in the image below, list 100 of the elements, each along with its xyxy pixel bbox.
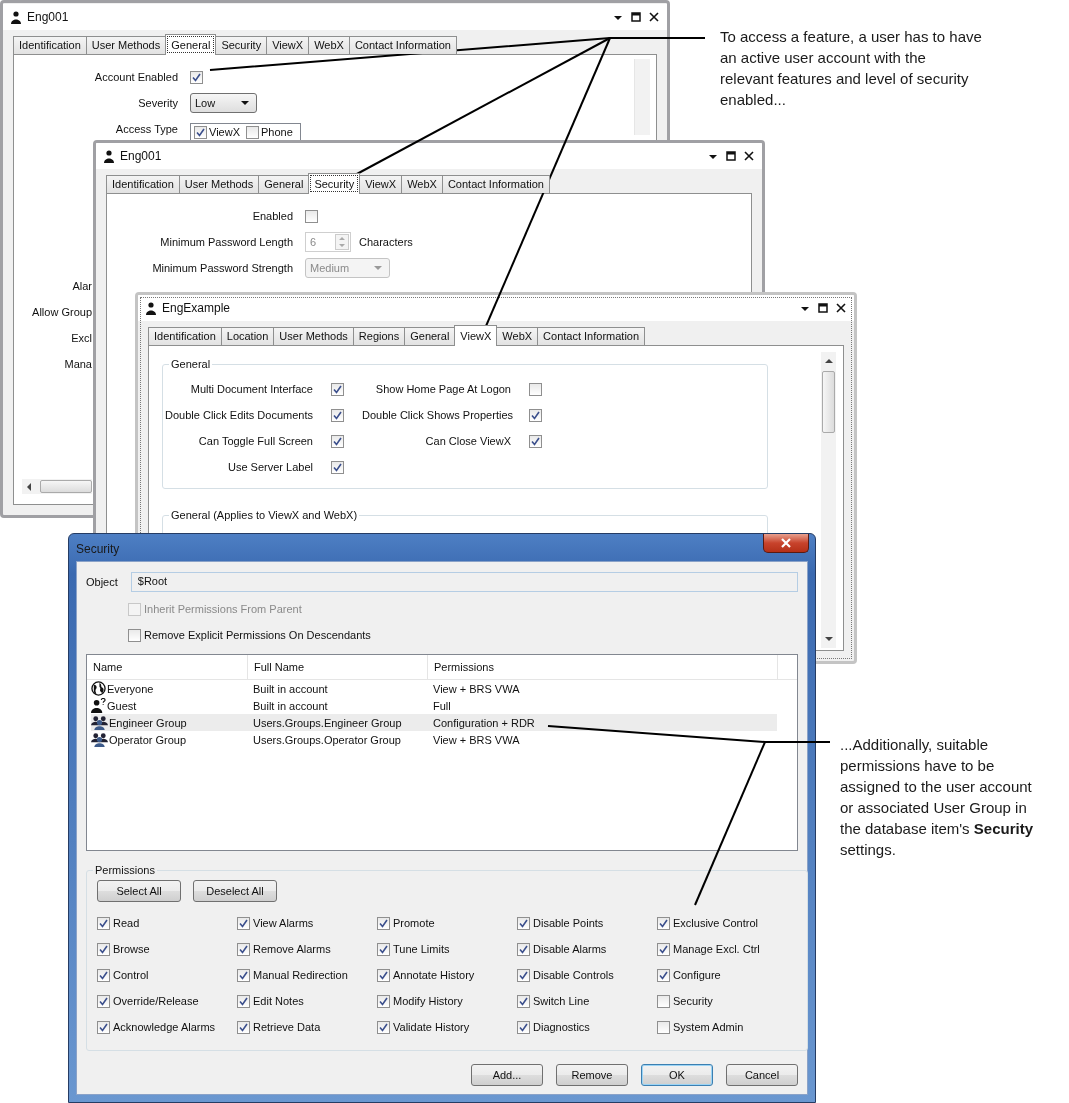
checkbox[interactable] bbox=[97, 916, 110, 930]
checkbox[interactable] bbox=[331, 460, 344, 474]
list-row[interactable]: Guest Built in account Full bbox=[91, 697, 777, 714]
tab[interactable]: ViewX bbox=[266, 36, 310, 54]
button[interactable]: Add... bbox=[471, 1064, 543, 1086]
checkbox[interactable] bbox=[331, 382, 344, 396]
tab[interactable]: Regions bbox=[352, 327, 406, 345]
checkbox[interactable] bbox=[237, 916, 250, 930]
checkbox[interactable] bbox=[97, 968, 110, 982]
field-label: Enabled bbox=[251, 210, 293, 222]
close-icon[interactable] bbox=[836, 303, 846, 313]
checkbox[interactable] bbox=[331, 434, 344, 448]
checkbox[interactable] bbox=[331, 408, 344, 422]
column-header[interactable]: Full Name bbox=[248, 655, 428, 679]
checkbox-label: Configure bbox=[673, 969, 721, 981]
dropdown[interactable]: Low bbox=[190, 93, 257, 113]
checkbox[interactable] bbox=[657, 994, 670, 1008]
checkbox[interactable] bbox=[237, 942, 250, 956]
tab[interactable]: User Methods bbox=[85, 36, 167, 54]
tab[interactable]: Security bbox=[215, 36, 268, 54]
tab[interactable]: Contact Information bbox=[537, 327, 646, 345]
scrollbar[interactable] bbox=[821, 352, 836, 648]
tab[interactable]: WebX bbox=[401, 175, 443, 193]
tab[interactable]: Identification bbox=[106, 175, 180, 193]
tab[interactable]: WebX bbox=[496, 327, 539, 345]
scroll-thumb[interactable] bbox=[40, 480, 92, 493]
checkbox[interactable] bbox=[529, 382, 542, 396]
account-name: Guest bbox=[107, 699, 137, 712]
tab[interactable]: ViewX bbox=[359, 175, 403, 193]
button[interactable]: Deselect All bbox=[193, 880, 277, 902]
tab[interactable]: Identification bbox=[148, 327, 222, 345]
list-row[interactable]: Engineer Group Users.Groups.Engineer Group Configuration + RDR bbox=[91, 714, 777, 731]
scrollbar[interactable] bbox=[634, 59, 650, 135]
scroll-thumb[interactable] bbox=[822, 371, 835, 433]
checkbox[interactable] bbox=[97, 942, 110, 956]
checkbox[interactable] bbox=[657, 968, 670, 982]
checkbox[interactable] bbox=[377, 994, 390, 1008]
checkbox[interactable] bbox=[237, 994, 250, 1008]
checkbox[interactable] bbox=[237, 968, 250, 982]
column-header[interactable]: Permissions bbox=[428, 655, 778, 679]
checkbox[interactable] bbox=[194, 125, 207, 139]
checkbox[interactable] bbox=[657, 1020, 670, 1034]
list-row[interactable]: Everyone Built in account View + BRS VWA bbox=[91, 680, 777, 697]
scroll-up-icon[interactable] bbox=[824, 358, 833, 363]
checkbox[interactable] bbox=[190, 70, 203, 84]
tab[interactable]: General bbox=[165, 34, 217, 55]
tab[interactable]: Security bbox=[308, 173, 361, 194]
checkbox[interactable] bbox=[305, 209, 318, 223]
close-button[interactable] bbox=[763, 534, 809, 553]
scroll-down-icon[interactable] bbox=[824, 637, 833, 642]
maximize-icon[interactable] bbox=[631, 12, 641, 22]
checkbox[interactable] bbox=[517, 916, 530, 930]
checkbox[interactable] bbox=[657, 916, 670, 930]
object-field[interactable]: $Root bbox=[130, 572, 798, 592]
annotation-text: To access a feature, a user has to have an active user account with the relevant features and level of security enabled... bbox=[720, 27, 982, 110]
checkbox[interactable] bbox=[517, 1020, 530, 1034]
checkbox[interactable] bbox=[97, 1020, 110, 1034]
tab[interactable]: General bbox=[258, 175, 310, 193]
checkbox[interactable] bbox=[529, 408, 542, 422]
scrollbar[interactable] bbox=[22, 479, 92, 494]
scroll-left-icon[interactable] bbox=[26, 482, 32, 491]
checkbox[interactable] bbox=[237, 1020, 250, 1034]
button[interactable]: Remove bbox=[556, 1064, 628, 1086]
tab[interactable]: Contact Information bbox=[348, 36, 457, 54]
checkbox[interactable] bbox=[246, 125, 259, 139]
tab[interactable]: General bbox=[404, 327, 456, 345]
list-row[interactable]: Operator Group Users.Groups.Operator Group View + BRS VWA bbox=[91, 731, 777, 748]
checkbox-label: Modify History bbox=[393, 995, 463, 1007]
field-label: Alar bbox=[71, 279, 92, 294]
checkbox[interactable] bbox=[128, 628, 141, 642]
checkbox[interactable] bbox=[657, 942, 670, 956]
option-label: Can Close ViewX bbox=[424, 435, 511, 447]
button[interactable]: Select All bbox=[97, 880, 181, 902]
checkbox[interactable] bbox=[377, 916, 390, 930]
checkbox[interactable] bbox=[377, 968, 390, 982]
checkbox[interactable] bbox=[377, 1020, 390, 1034]
button[interactable]: OK bbox=[641, 1064, 713, 1086]
tab[interactable]: Location bbox=[220, 327, 275, 345]
checkbox[interactable] bbox=[517, 942, 530, 956]
checkbox[interactable] bbox=[529, 434, 542, 448]
maximize-icon[interactable] bbox=[726, 151, 736, 161]
maximize-icon[interactable] bbox=[818, 303, 828, 313]
tab[interactable]: Contact Information bbox=[441, 175, 550, 193]
tab[interactable]: Identification bbox=[13, 36, 87, 54]
close-icon[interactable] bbox=[649, 12, 659, 22]
tab[interactable]: WebX bbox=[308, 36, 350, 54]
tab[interactable]: User Methods bbox=[178, 175, 260, 193]
checkbox[interactable] bbox=[97, 994, 110, 1008]
option-label: Phone bbox=[261, 126, 293, 138]
tab[interactable]: User Methods bbox=[273, 327, 354, 345]
checkbox[interactable] bbox=[377, 942, 390, 956]
checkbox-label: Acknowledge Alarms bbox=[113, 1021, 216, 1033]
column-header[interactable]: Name bbox=[87, 655, 248, 679]
tab[interactable]: ViewX bbox=[454, 325, 498, 346]
button[interactable]: Cancel bbox=[726, 1064, 798, 1086]
close-icon bbox=[780, 538, 792, 548]
close-icon[interactable] bbox=[744, 151, 754, 161]
checkbox[interactable] bbox=[517, 968, 530, 982]
checkbox[interactable] bbox=[517, 994, 530, 1008]
full-name: Users.Groups.Operator Group bbox=[253, 733, 402, 746]
